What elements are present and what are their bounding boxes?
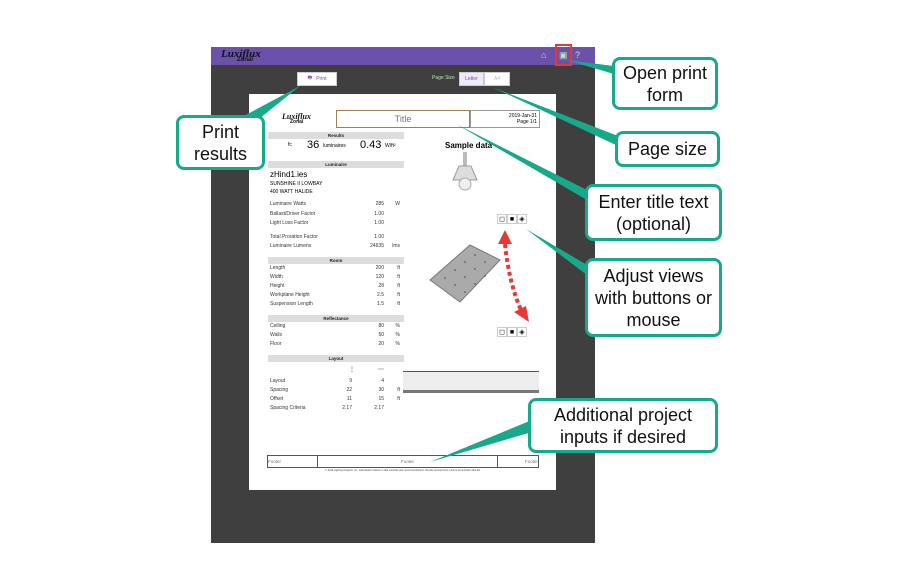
callout-open-print-form: Open print form — [612, 57, 718, 110]
callout-project-inputs: Additional project inputs if desired — [528, 398, 718, 453]
callout-page-size: Page size — [615, 131, 720, 167]
callout-title-text: Enter title text (optional) — [585, 184, 722, 241]
callout-print-results: Print results — [176, 115, 265, 170]
callout-adjust-views: Adjust views with buttons or mouse — [585, 258, 722, 337]
callout-pointers — [240, 60, 618, 462]
